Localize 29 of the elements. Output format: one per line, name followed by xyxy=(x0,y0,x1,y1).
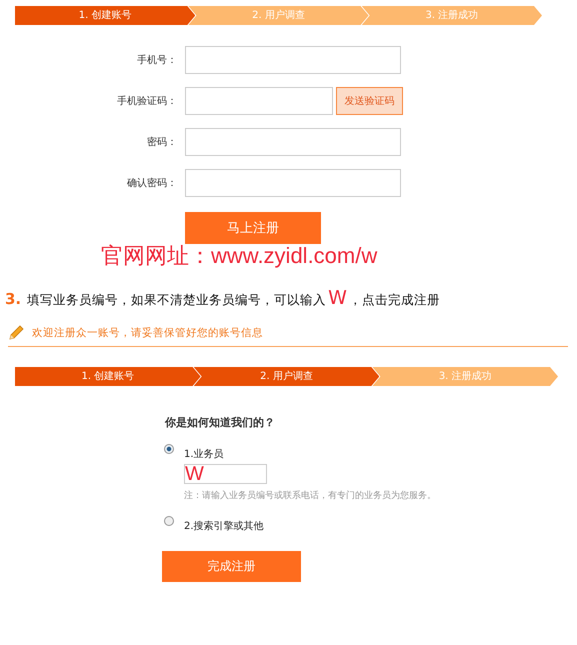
website-note: 官网网址：www.zyidl.com/w xyxy=(101,242,378,270)
progress-step: 1. 创建账号 xyxy=(15,6,196,25)
input-field[interactable] xyxy=(185,169,401,197)
complete-registration-button[interactable]: 完成注册 xyxy=(162,551,301,582)
field-label: 密码： xyxy=(146,136,177,149)
step-number: 3. xyxy=(5,290,22,308)
welcome-message: 欢迎注册众一账号，请妥善保管好您的账号信息 xyxy=(32,326,263,340)
input-field[interactable]: W xyxy=(184,464,267,484)
input-field[interactable] xyxy=(185,128,401,156)
hint-text: 注：请输入业务员编号或联系电话，有专门的业务员为您服务。 xyxy=(184,490,436,502)
progress-step: 3. 注册成功 xyxy=(372,367,558,386)
field-label: 手机号： xyxy=(136,54,177,67)
radio-button[interactable] xyxy=(164,444,174,454)
instruction-text: 填写业务员编号，如果不清楚业务员编号，可以输入 W，点击完成注册 xyxy=(27,287,440,309)
progress-step: 3. 注册成功 xyxy=(362,6,542,25)
field-label: 确认密码： xyxy=(126,176,177,190)
input-field[interactable] xyxy=(185,46,401,74)
radio-button[interactable] xyxy=(164,516,174,526)
progress-step: 1. 创建账号 xyxy=(15,367,201,386)
input-field[interactable] xyxy=(185,87,333,115)
survey-question: 你是如何知道我们的？ xyxy=(165,415,276,430)
progress-step: 2. 用户调查 xyxy=(188,6,369,25)
send-code-button[interactable]: 发送验证码 xyxy=(336,87,403,115)
pencil-icon xyxy=(8,325,24,341)
option-label: 1.业务员 xyxy=(184,448,225,461)
field-label: 手机验证码： xyxy=(116,94,177,108)
option-label: 2.搜索引擎或其他 xyxy=(184,520,264,533)
progress-step: 2. 用户调查 xyxy=(194,367,380,386)
register-button[interactable]: 马上注册 xyxy=(185,212,321,244)
